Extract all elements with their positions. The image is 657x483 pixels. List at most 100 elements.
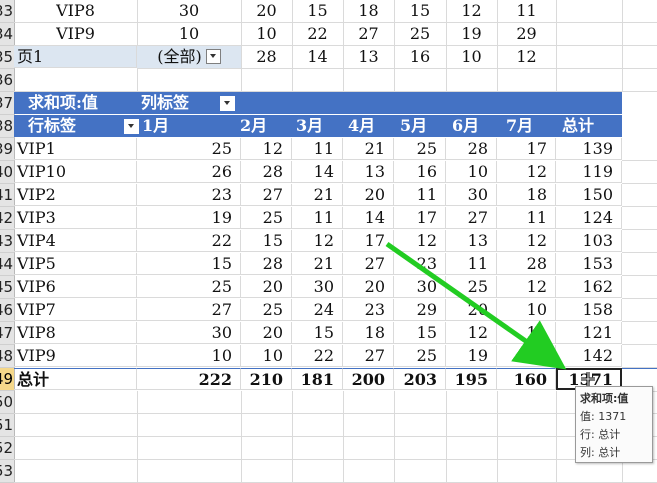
cell[interactable] bbox=[241, 437, 293, 460]
source-cell[interactable]: 27 bbox=[343, 23, 395, 46]
cell[interactable] bbox=[241, 69, 293, 92]
source-cell[interactable]: 29 bbox=[497, 23, 557, 46]
pivot-row-label[interactable]: VIP1 bbox=[14, 138, 137, 160]
cell[interactable] bbox=[622, 138, 657, 161]
cell[interactable] bbox=[622, 0, 657, 23]
month-column-header[interactable]: 6月 bbox=[452, 115, 479, 137]
pivot-value-cell[interactable]: 14 bbox=[292, 161, 343, 183]
pivot-value-cell[interactable]: 22 bbox=[137, 230, 241, 252]
pivot-value-cell[interactable]: 27 bbox=[446, 207, 497, 229]
pivot-value-cell[interactable]: 17 bbox=[497, 138, 556, 160]
pivot-value-cell[interactable]: 18 bbox=[497, 184, 556, 206]
pivot-value-cell[interactable]: 29 bbox=[394, 299, 446, 321]
month-column-header[interactable]: 4月 bbox=[348, 115, 375, 137]
cell[interactable] bbox=[137, 437, 242, 460]
cell[interactable] bbox=[14, 69, 138, 92]
cell[interactable] bbox=[292, 437, 344, 460]
row-header[interactable]: 45 bbox=[0, 276, 15, 299]
source-cell[interactable]: 18 bbox=[343, 0, 395, 23]
cell[interactable] bbox=[137, 414, 242, 437]
row-total-cell[interactable]: 121 bbox=[556, 322, 622, 344]
source-cell[interactable]: 22 bbox=[292, 23, 344, 46]
cell[interactable] bbox=[137, 460, 242, 483]
source-cell[interactable]: 13 bbox=[343, 46, 395, 69]
cell[interactable] bbox=[622, 230, 657, 253]
cell[interactable] bbox=[394, 414, 447, 437]
pivot-row-label[interactable]: VIP8 bbox=[14, 322, 137, 344]
pivot-value-cell[interactable]: 26 bbox=[137, 161, 241, 183]
pivot-row-label[interactable]: VIP2 bbox=[14, 184, 137, 206]
pivot-value-cell[interactable]: 17 bbox=[343, 230, 394, 252]
source-cell[interactable]: 19 bbox=[446, 23, 498, 46]
cell[interactable] bbox=[241, 414, 293, 437]
month-column-header[interactable]: 5月 bbox=[400, 115, 427, 137]
pivot-value-cell[interactable]: 28 bbox=[446, 138, 497, 160]
pivot-value-cell[interactable]: 25 bbox=[137, 276, 241, 298]
source-cell[interactable]: 12 bbox=[446, 0, 498, 23]
source-cell[interactable]: 10 bbox=[137, 23, 242, 46]
pivot-row-label[interactable]: VIP7 bbox=[14, 299, 137, 321]
row-header[interactable]: 44 bbox=[0, 253, 15, 276]
source-cell[interactable]: 11 bbox=[497, 0, 557, 23]
pivot-value-cell[interactable]: 15 bbox=[292, 322, 343, 344]
cell[interactable] bbox=[622, 69, 657, 92]
pivot-row-label[interactable]: VIP9 bbox=[14, 345, 137, 367]
cell[interactable] bbox=[446, 460, 498, 483]
source-cell[interactable]: 28 bbox=[241, 46, 293, 69]
month-column-header[interactable]: 3月 bbox=[296, 115, 323, 137]
row-header[interactable]: 36 bbox=[0, 69, 15, 92]
cell[interactable] bbox=[556, 23, 623, 46]
pivot-value-cell[interactable]: 29 bbox=[497, 345, 556, 367]
cell[interactable] bbox=[343, 460, 395, 483]
cell[interactable] bbox=[137, 69, 242, 92]
cell[interactable] bbox=[497, 437, 557, 460]
pivot-value-cell[interactable]: 10 bbox=[497, 299, 556, 321]
cell[interactable] bbox=[556, 0, 623, 23]
cell[interactable] bbox=[394, 460, 447, 483]
cell[interactable] bbox=[497, 391, 557, 414]
row-total-cell[interactable]: 142 bbox=[556, 345, 622, 367]
pivot-row-label[interactable]: VIP4 bbox=[14, 230, 137, 252]
cell[interactable] bbox=[622, 345, 657, 368]
pivot-value-cell[interactable]: 20 bbox=[343, 184, 394, 206]
pivot-value-cell[interactable]: 21 bbox=[343, 138, 394, 160]
cell[interactable] bbox=[343, 391, 395, 414]
row-total-cell[interactable]: 119 bbox=[556, 161, 622, 183]
pivot-row-label[interactable]: VIP3 bbox=[14, 207, 137, 229]
cell[interactable] bbox=[446, 69, 498, 92]
pivot-value-field-label[interactable]: 求和项:值 bbox=[28, 92, 98, 114]
source-cell[interactable]: 20 bbox=[241, 0, 293, 23]
cell[interactable] bbox=[497, 414, 557, 437]
cell[interactable] bbox=[14, 391, 138, 414]
pivot-value-cell[interactable]: 11 bbox=[446, 253, 497, 275]
source-cell[interactable]: 10 bbox=[446, 46, 498, 69]
pivot-value-cell[interactable]: 21 bbox=[292, 253, 343, 275]
cell[interactable] bbox=[394, 69, 447, 92]
pivot-value-cell[interactable]: 10 bbox=[446, 161, 497, 183]
pivot-row-label[interactable]: VIP5 bbox=[14, 253, 137, 275]
row-total-cell[interactable]: 162 bbox=[556, 276, 622, 298]
cell[interactable] bbox=[497, 460, 557, 483]
pivot-value-cell[interactable]: 15 bbox=[137, 253, 241, 275]
page-filter-value[interactable]: (全部) bbox=[137, 46, 242, 69]
cell[interactable] bbox=[622, 322, 657, 345]
pivot-value-cell[interactable]: 11 bbox=[292, 138, 343, 160]
cell[interactable] bbox=[556, 69, 623, 92]
pivot-value-cell[interactable]: 12 bbox=[497, 276, 556, 298]
pivot-value-cell[interactable]: 20 bbox=[446, 299, 497, 321]
row-header[interactable]: 41 bbox=[0, 184, 15, 207]
row-total-cell[interactable]: 150 bbox=[556, 184, 622, 206]
pivot-value-cell[interactable]: 27 bbox=[343, 253, 394, 275]
cell[interactable] bbox=[292, 414, 344, 437]
grand-total-column-header[interactable]: 总计 bbox=[562, 115, 594, 137]
pivot-value-cell[interactable]: 27 bbox=[241, 184, 292, 206]
pivot-value-cell[interactable]: 17 bbox=[394, 207, 446, 229]
cell[interactable] bbox=[497, 69, 557, 92]
pivot-value-cell[interactable]: 12 bbox=[446, 322, 497, 344]
pivot-value-cell[interactable]: 11 bbox=[292, 207, 343, 229]
row-header[interactable]: 33 bbox=[0, 0, 15, 23]
pivot-value-cell[interactable]: 11 bbox=[394, 184, 446, 206]
cell[interactable] bbox=[622, 276, 657, 299]
cell[interactable] bbox=[343, 437, 395, 460]
column-filter-dropdown-icon[interactable] bbox=[220, 96, 235, 111]
